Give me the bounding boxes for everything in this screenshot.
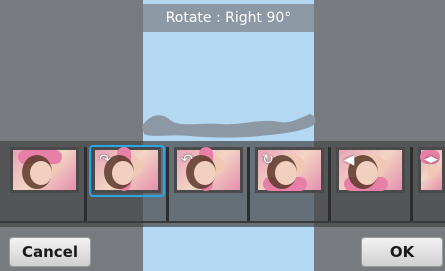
thumb-rotate-180[interactable]: ↻ — [255, 147, 324, 193]
right-dim-area — [314, 0, 445, 271]
selected-thumb-highlight — [89, 145, 165, 197]
page-title: Rotate : Right 90° — [143, 4, 314, 32]
thumb-divider — [166, 147, 169, 221]
cancel-button[interactable]: Cancel — [9, 237, 91, 267]
thumb-divider — [84, 147, 87, 221]
thumb-flip-horizontal[interactable]: ◀▶ — [418, 147, 445, 193]
flip-horizontal-icon: ◀▶ — [424, 155, 438, 165]
rotated-preview-silhouette — [142, 114, 316, 138]
strip-divider — [0, 221, 445, 223]
thumb-divider — [247, 147, 250, 221]
thumb-original[interactable] — [10, 147, 79, 193]
rotate-180-icon: ↻ — [262, 152, 274, 168]
thumb-rotate-left[interactable]: ↶ — [174, 147, 243, 193]
flip-vertical-icon: ◀ — [343, 152, 355, 168]
thumb-divider — [328, 147, 331, 221]
rotate-left-icon: ↶ — [181, 152, 193, 168]
left-dim-area — [0, 0, 143, 271]
thumb-divider — [410, 147, 413, 221]
ok-button[interactable]: OK — [361, 237, 443, 267]
image-editor-screen: Rotate : Right 90° ↷ ↶ ↻ ◀ ◀▶ Cancel OK — [0, 0, 445, 271]
thumb-flip-vertical[interactable]: ◀ — [336, 147, 405, 193]
